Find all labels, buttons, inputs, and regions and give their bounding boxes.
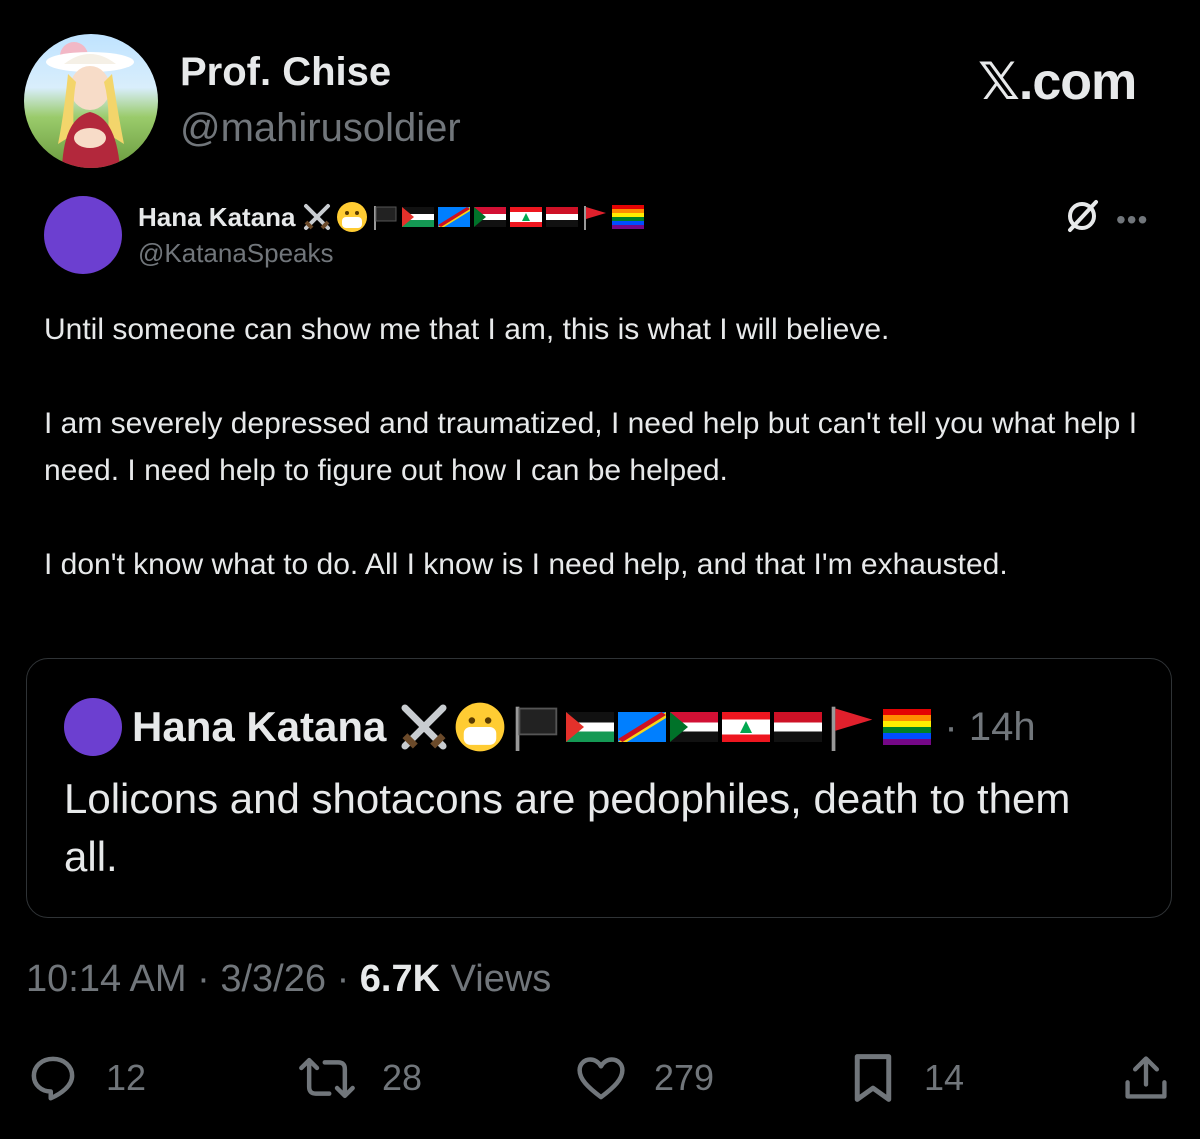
bookmark-icon [848, 1051, 898, 1105]
post-time[interactable]: 10:14 AM [26, 958, 187, 1000]
grok-icon[interactable] [1062, 196, 1102, 236]
reply-button[interactable]: 12 [26, 1050, 146, 1106]
repost-icon [298, 1051, 356, 1105]
rainbow-flag-icon [611, 205, 644, 229]
flag-dr-congo-icon [618, 712, 667, 742]
like-count: 279 [654, 1057, 715, 1098]
author-handle[interactable]: @mahirusoldier [180, 106, 461, 151]
share-icon [1120, 1051, 1172, 1105]
flag-sudan-icon [473, 207, 506, 227]
repost-button[interactable]: 28 [298, 1050, 422, 1106]
quoted-post-name-row: Hana Katana · 14h [132, 698, 1036, 756]
share-button[interactable] [1120, 1050, 1172, 1106]
heart-icon [574, 1051, 628, 1105]
embedded-post-display-name[interactable]: Hana Katana [138, 202, 296, 233]
quoted-post-display-name[interactable]: Hana Katana [132, 703, 386, 751]
flag-lebanon-icon [722, 712, 771, 742]
embedded-post-text: Until someone can show me that I am, thi… [44, 313, 1138, 581]
views-count: 6.7K [359, 958, 441, 1000]
face-with-medical-mask-icon [336, 201, 368, 233]
flag-yemen-icon [545, 207, 578, 227]
reply-count: 12 [106, 1057, 147, 1098]
post-meta: 10:14 AM · 3/3/26 · 6.7K Views [26, 958, 551, 1001]
quoted-post-time[interactable]: · 14h [944, 705, 1035, 750]
author-display-name[interactable]: Prof. Chise [180, 50, 391, 95]
embedded-post-name-row: Hana Katana [138, 198, 648, 236]
flag-palestine-icon [401, 207, 434, 227]
bookmark-count: 14 [924, 1057, 965, 1098]
more-options-icon[interactable]: ••• [1116, 204, 1148, 236]
flag-yemen-icon [774, 712, 823, 742]
embedded-post-handle[interactable]: @KatanaSpeaks [138, 238, 334, 269]
author-avatar[interactable] [24, 34, 158, 168]
triangular-red-flag-icon [826, 703, 878, 751]
flag-palestine-icon [566, 712, 615, 742]
bookmark-button[interactable]: 14 [848, 1050, 964, 1106]
views-label: Views [450, 958, 552, 1000]
quoted-post-avatar[interactable] [64, 698, 122, 756]
brand-logo: 𝕏.com [978, 53, 1137, 111]
crossed-swords-icon [398, 701, 450, 753]
post-date[interactable]: 3/3/26 [220, 958, 326, 1000]
meta-separator: · [197, 958, 210, 1000]
black-flag-icon [372, 204, 398, 230]
rainbow-flag-icon [882, 709, 932, 745]
black-flag-icon [510, 703, 562, 751]
flag-dr-congo-icon [437, 207, 470, 227]
triangular-red-flag-icon [582, 204, 608, 230]
face-with-medical-mask-icon [454, 701, 506, 753]
quoted-post-text: Lolicons and shotacons are pedophiles, d… [64, 775, 1071, 880]
flag-lebanon-icon [509, 207, 542, 227]
embedded-post-avatar[interactable] [44, 196, 122, 274]
crossed-swords-icon [302, 202, 332, 232]
flag-sudan-icon [670, 712, 719, 742]
repost-count: 28 [382, 1057, 423, 1098]
meta-separator: · [336, 958, 350, 1000]
reply-icon [26, 1051, 80, 1105]
like-button[interactable]: 279 [574, 1050, 714, 1106]
